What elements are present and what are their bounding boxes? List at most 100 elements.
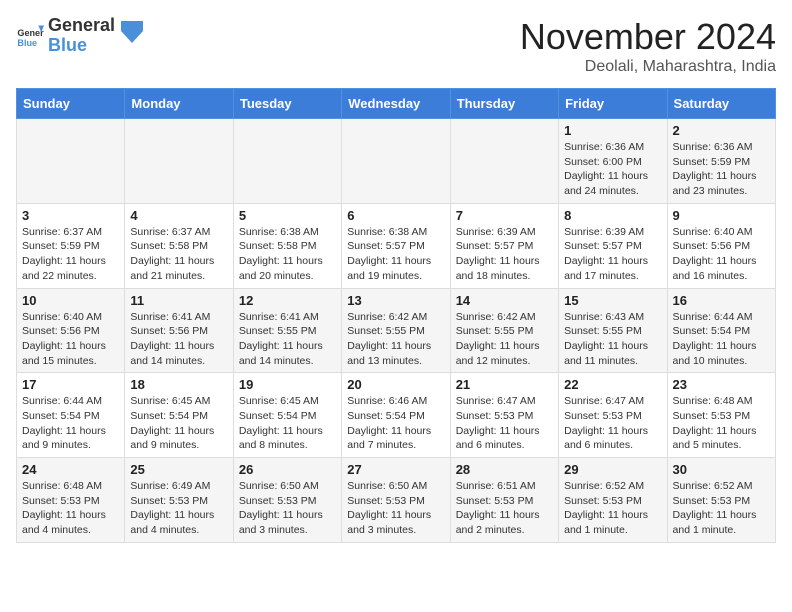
- calendar-table: SundayMondayTuesdayWednesdayThursdayFrid…: [16, 88, 776, 543]
- day-info: Sunrise: 6:39 AM Sunset: 5:57 PM Dayligh…: [456, 225, 553, 284]
- day-info: Sunrise: 6:37 AM Sunset: 5:59 PM Dayligh…: [22, 225, 119, 284]
- calendar-cell: 19 Sunrise: 6:45 AM Sunset: 5:54 PM Dayli…: [233, 373, 341, 458]
- calendar-week-row: 10Sunrise: 6:40 AM Sunset: 5:56 PM Dayli…: [17, 288, 776, 373]
- day-info: Sunrise: 6:44 AM Sunset: 5:54 PM Dayligh…: [22, 394, 119, 453]
- day-number: 1: [564, 123, 661, 138]
- day-info: Sunrise: 6:50 AM Sunset: 5:53 PM Dayligh…: [347, 479, 444, 538]
- day-info: Sunrise: 6:36 AM Sunset: 5:59 PM Dayligh…: [673, 140, 770, 199]
- month-title: November 2024: [520, 16, 776, 58]
- weekday-header-wednesday: Wednesday: [342, 89, 450, 119]
- logo-icon: General Blue: [16, 22, 44, 50]
- day-number: 12: [239, 293, 336, 308]
- day-number: 24: [22, 462, 119, 477]
- day-number: 30: [673, 462, 770, 477]
- day-number: 4: [130, 208, 227, 223]
- page-header: General Blue General Blue November 2024 …: [16, 16, 776, 76]
- calendar-cell: 4 Sunrise: 6:37 AM Sunset: 5:58 PM Daylig…: [125, 203, 233, 288]
- calendar-cell: 27 Sunrise: 6:50 AM Sunset: 5:53 PM Dayli…: [342, 458, 450, 543]
- calendar-cell: 21Sunrise: 6:47 AM Sunset: 5:53 PM Dayli…: [450, 373, 558, 458]
- day-info: Sunrise: 6:43 AM Sunset: 5:55 PM Dayligh…: [564, 310, 661, 369]
- arrow-icon: [121, 21, 143, 43]
- calendar-cell: 3 Sunrise: 6:37 AM Sunset: 5:59 PM Daylig…: [17, 203, 125, 288]
- weekday-header-saturday: Saturday: [667, 89, 775, 119]
- day-number: 6: [347, 208, 444, 223]
- svg-text:Blue: Blue: [17, 38, 37, 48]
- day-number: 5: [239, 208, 336, 223]
- day-info: Sunrise: 6:44 AM Sunset: 5:54 PM Dayligh…: [673, 310, 770, 369]
- weekday-header-sunday: Sunday: [17, 89, 125, 119]
- calendar-cell: [233, 119, 341, 204]
- day-info: Sunrise: 6:52 AM Sunset: 5:53 PM Dayligh…: [564, 479, 661, 538]
- calendar-cell: 15 Sunrise: 6:43 AM Sunset: 5:55 PM Dayli…: [559, 288, 667, 373]
- day-number: 9: [673, 208, 770, 223]
- calendar-header-row: SundayMondayTuesdayWednesdayThursdayFrid…: [17, 89, 776, 119]
- calendar-cell: 11Sunrise: 6:41 AM Sunset: 5:56 PM Dayli…: [125, 288, 233, 373]
- calendar-cell: 23Sunrise: 6:48 AM Sunset: 5:53 PM Dayli…: [667, 373, 775, 458]
- day-info: Sunrise: 6:47 AM Sunset: 5:53 PM Dayligh…: [564, 394, 661, 453]
- day-number: 2: [673, 123, 770, 138]
- weekday-header-thursday: Thursday: [450, 89, 558, 119]
- calendar-cell: 5 Sunrise: 6:38 AM Sunset: 5:58 PM Daylig…: [233, 203, 341, 288]
- day-info: Sunrise: 6:39 AM Sunset: 5:57 PM Dayligh…: [564, 225, 661, 284]
- day-number: 18: [130, 377, 227, 392]
- day-number: 7: [456, 208, 553, 223]
- day-info: Sunrise: 6:47 AM Sunset: 5:53 PM Dayligh…: [456, 394, 553, 453]
- calendar-cell: 7 Sunrise: 6:39 AM Sunset: 5:57 PM Daylig…: [450, 203, 558, 288]
- day-number: 3: [22, 208, 119, 223]
- day-info: Sunrise: 6:40 AM Sunset: 5:56 PM Dayligh…: [22, 310, 119, 369]
- day-number: 29: [564, 462, 661, 477]
- day-info: Sunrise: 6:38 AM Sunset: 5:57 PM Dayligh…: [347, 225, 444, 284]
- day-number: 17: [22, 377, 119, 392]
- calendar-cell: 22 Sunrise: 6:47 AM Sunset: 5:53 PM Dayli…: [559, 373, 667, 458]
- day-info: Sunrise: 6:40 AM Sunset: 5:56 PM Dayligh…: [673, 225, 770, 284]
- day-number: 8: [564, 208, 661, 223]
- calendar-cell: 26 Sunrise: 6:50 AM Sunset: 5:53 PM Dayli…: [233, 458, 341, 543]
- day-number: 22: [564, 377, 661, 392]
- logo-blue: Blue: [48, 36, 115, 56]
- day-info: Sunrise: 6:45 AM Sunset: 5:54 PM Dayligh…: [130, 394, 227, 453]
- day-number: 15: [564, 293, 661, 308]
- weekday-header-monday: Monday: [125, 89, 233, 119]
- day-info: Sunrise: 6:36 AM Sunset: 6:00 PM Dayligh…: [564, 140, 661, 199]
- calendar-week-row: 3 Sunrise: 6:37 AM Sunset: 5:59 PM Daylig…: [17, 203, 776, 288]
- day-info: Sunrise: 6:42 AM Sunset: 5:55 PM Dayligh…: [347, 310, 444, 369]
- day-info: Sunrise: 6:37 AM Sunset: 5:58 PM Dayligh…: [130, 225, 227, 284]
- day-number: 19: [239, 377, 336, 392]
- calendar-cell: 12Sunrise: 6:41 AM Sunset: 5:55 PM Dayli…: [233, 288, 341, 373]
- calendar-cell: [125, 119, 233, 204]
- day-info: Sunrise: 6:50 AM Sunset: 5:53 PM Dayligh…: [239, 479, 336, 538]
- location: Deolali, Maharashtra, India: [520, 58, 776, 76]
- calendar-cell: 16 Sunrise: 6:44 AM Sunset: 5:54 PM Dayli…: [667, 288, 775, 373]
- day-number: 13: [347, 293, 444, 308]
- calendar-cell: 6 Sunrise: 6:38 AM Sunset: 5:57 PM Daylig…: [342, 203, 450, 288]
- day-number: 27: [347, 462, 444, 477]
- calendar-cell: 1 Sunrise: 6:36 AM Sunset: 6:00 PM Daylig…: [559, 119, 667, 204]
- calendar-cell: 17 Sunrise: 6:44 AM Sunset: 5:54 PM Dayli…: [17, 373, 125, 458]
- day-number: 26: [239, 462, 336, 477]
- day-info: Sunrise: 6:49 AM Sunset: 5:53 PM Dayligh…: [130, 479, 227, 538]
- day-info: Sunrise: 6:42 AM Sunset: 5:55 PM Dayligh…: [456, 310, 553, 369]
- day-info: Sunrise: 6:46 AM Sunset: 5:54 PM Dayligh…: [347, 394, 444, 453]
- calendar-cell: 2 Sunrise: 6:36 AM Sunset: 5:59 PM Daylig…: [667, 119, 775, 204]
- calendar-cell: 10Sunrise: 6:40 AM Sunset: 5:56 PM Dayli…: [17, 288, 125, 373]
- day-number: 23: [673, 377, 770, 392]
- calendar-cell: 30Sunrise: 6:52 AM Sunset: 5:53 PM Dayli…: [667, 458, 775, 543]
- day-number: 28: [456, 462, 553, 477]
- calendar-week-row: 17 Sunrise: 6:44 AM Sunset: 5:54 PM Dayli…: [17, 373, 776, 458]
- calendar-cell: [342, 119, 450, 204]
- day-number: 16: [673, 293, 770, 308]
- calendar-cell: 14Sunrise: 6:42 AM Sunset: 5:55 PM Dayli…: [450, 288, 558, 373]
- logo: General Blue General Blue: [16, 16, 143, 56]
- calendar-week-row: 24Sunrise: 6:48 AM Sunset: 5:53 PM Dayli…: [17, 458, 776, 543]
- calendar-cell: 25Sunrise: 6:49 AM Sunset: 5:53 PM Dayli…: [125, 458, 233, 543]
- logo-general: General: [48, 16, 115, 36]
- weekday-header-tuesday: Tuesday: [233, 89, 341, 119]
- calendar-cell: 13 Sunrise: 6:42 AM Sunset: 5:55 PM Dayli…: [342, 288, 450, 373]
- calendar-cell: 8 Sunrise: 6:39 AM Sunset: 5:57 PM Daylig…: [559, 203, 667, 288]
- calendar-cell: 20Sunrise: 6:46 AM Sunset: 5:54 PM Dayli…: [342, 373, 450, 458]
- day-info: Sunrise: 6:38 AM Sunset: 5:58 PM Dayligh…: [239, 225, 336, 284]
- day-info: Sunrise: 6:45 AM Sunset: 5:54 PM Dayligh…: [239, 394, 336, 453]
- calendar-cell: 18 Sunrise: 6:45 AM Sunset: 5:54 PM Dayli…: [125, 373, 233, 458]
- day-info: Sunrise: 6:51 AM Sunset: 5:53 PM Dayligh…: [456, 479, 553, 538]
- calendar-week-row: 1 Sunrise: 6:36 AM Sunset: 6:00 PM Daylig…: [17, 119, 776, 204]
